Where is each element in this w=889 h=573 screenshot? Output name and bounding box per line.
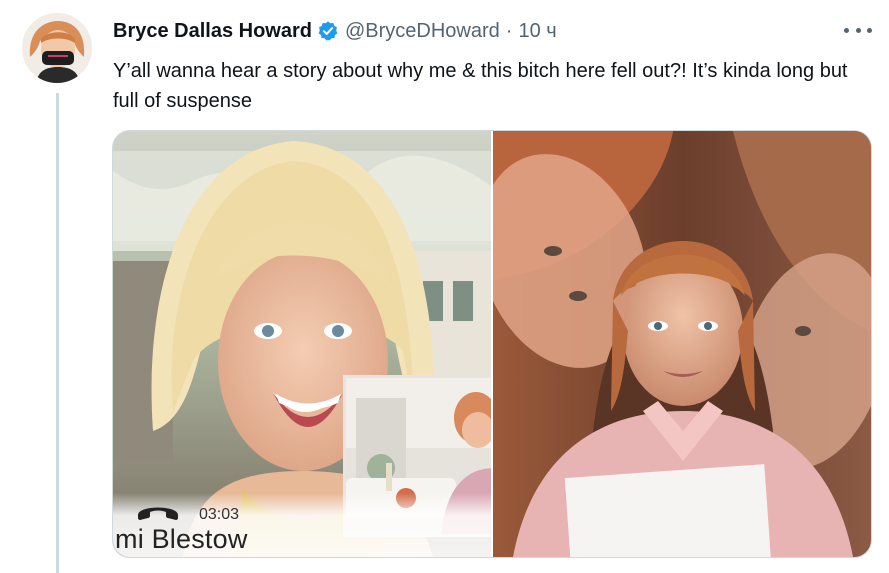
phone-hangup-icon[interactable] <box>135 499 181 521</box>
caller-name: mi Blestow <box>115 524 248 554</box>
tweet-timestamp[interactable]: 10 ч <box>518 20 556 43</box>
thread-line <box>56 93 59 573</box>
avatar[interactable] <box>22 13 92 83</box>
author-name[interactable]: Bryce Dallas Howard <box>113 20 312 43</box>
photo-right[interactable] <box>493 131 871 557</box>
more-dot <box>867 27 872 33</box>
more-dot <box>844 27 849 33</box>
avatar-image <box>22 13 92 83</box>
media-grid: 03:03 mi Blestow <box>112 130 872 558</box>
verified-badge-icon <box>318 21 338 41</box>
more-dot <box>855 27 861 33</box>
tweet-text: Y’all wanna hear a story about why me & … <box>113 60 848 112</box>
photo-left[interactable]: 03:03 mi Blestow <box>113 131 491 557</box>
more-options-icon[interactable] <box>844 20 872 40</box>
tweet-header: Bryce Dallas Howard @BryceDHoward · 10 ч <box>113 17 557 45</box>
separator-dot: · <box>505 19 513 42</box>
author-handle[interactable]: @BryceDHoward <box>345 20 500 43</box>
call-timer: 03:03 <box>199 506 240 523</box>
movie-still-image <box>493 131 871 557</box>
